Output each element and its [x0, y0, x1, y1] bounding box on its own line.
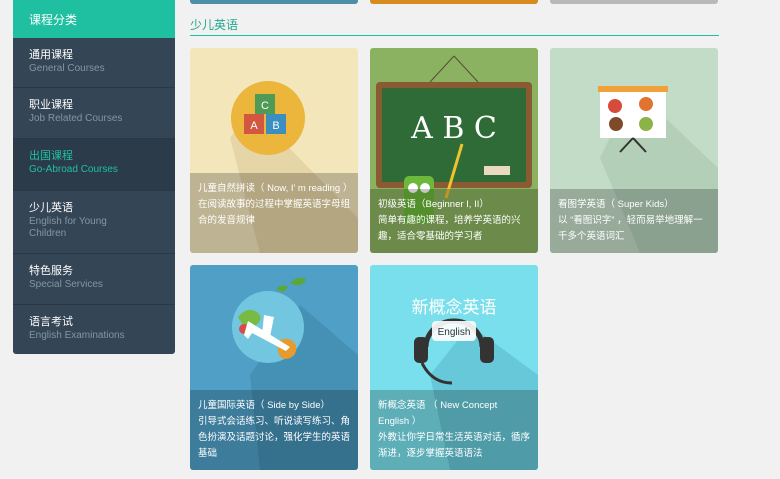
sidebar-item-sublabel: English for Young Children	[29, 216, 107, 239]
sidebar-item-label: 少儿英语	[29, 202, 73, 214]
sidebar-item-sublabel: Special Services	[29, 279, 103, 290]
previous-card-edge[interactable]	[190, 0, 358, 4]
svg-text:B: B	[272, 120, 279, 132]
svg-text:English: English	[438, 327, 471, 338]
card-caption: 新概念英语 （ New Concept English ） 外教让你学日常生活英…	[370, 390, 538, 470]
sidebar-item-sublabel: Go-Abroad Courses	[29, 164, 118, 175]
course-card-beginner[interactable]: A B C 初级英语（Beginner I, II） 简单有趣的课程，培养学英语…	[370, 48, 538, 253]
course-card-super-kids[interactable]: 看图学英语（ Super Kids） 以 “看图识字” ，轻而易举地理解一千多个…	[550, 48, 718, 253]
card-caption: 初级英语（Beginner I, II） 简单有趣的课程，培养学英语的兴趣，适合…	[370, 189, 538, 253]
card-title: 新概念英语 （ New Concept English ）	[378, 400, 498, 427]
svg-text:新概念英语: 新概念英语	[412, 297, 497, 318]
card-description: 简单有趣的课程，培养学英语的兴趣，适合零基础的学习者	[378, 215, 521, 242]
previous-card-edge[interactable]	[550, 0, 718, 4]
card-description: 引导式会话练习、听说读写练习、角色扮演及话题讨论，强化学生的英语基础	[198, 416, 351, 459]
sidebar-item-sublabel: English Examinations	[29, 330, 125, 341]
card-title: 看图学英语（ Super Kids）	[558, 199, 674, 210]
card-title: 儿童国际英语（ Side by Side）	[198, 400, 330, 411]
sidebar-item-general[interactable]: 通用课程 General Courses	[13, 38, 175, 88]
sidebar-item-label: 通用课程	[29, 49, 73, 61]
course-card-side-by-side[interactable]: 儿童国际英语（ Side by Side） 引导式会话练习、听说读写练习、角色扮…	[190, 265, 358, 470]
sidebar-item-label: 职业课程	[29, 99, 73, 111]
card-title: 儿童自然拼读（ Now, I’ m reading ）	[198, 183, 353, 194]
card-description: 在阅读故事的过程中掌握英语字母组合的发音规律	[198, 199, 351, 226]
card-description: 以 “看图识字” ，轻而易举地理解一千多个英语词汇	[558, 215, 703, 242]
sidebar-item-sublabel: General Courses	[29, 63, 105, 74]
course-card-phonics[interactable]: C A B 儿童自然拼读（ Now, I’ m reading ） 在阅读故事的…	[190, 48, 358, 253]
sidebar-item-label: 出国课程	[29, 150, 73, 162]
previous-card-edge[interactable]	[370, 0, 538, 4]
card-caption: 儿童国际英语（ Side by Side） 引导式会话练习、听说读写练习、角色扮…	[190, 390, 358, 470]
card-caption: 看图学英语（ Super Kids） 以 “看图识字” ，轻而易举地理解一千多个…	[550, 189, 718, 253]
svg-text:C: C	[261, 100, 269, 112]
sidebar-item-sublabel: Job Related Courses	[29, 113, 123, 124]
card-title: 初级英语（Beginner I, II）	[378, 199, 489, 210]
sidebar-item-young-children[interactable]: 少儿英语 English for Young Children	[13, 191, 175, 254]
category-sidebar: 课程分类 通用课程 General Courses 职业课程 Job Relat…	[13, 0, 175, 354]
sidebar-item-job[interactable]: 职业课程 Job Related Courses	[13, 88, 175, 139]
sidebar-item-special[interactable]: 特色服务 Special Services	[13, 254, 175, 305]
sidebar-item-label: 特色服务	[29, 265, 73, 277]
sidebar-item-go-abroad[interactable]: 出国课程 Go-Abroad Courses	[13, 139, 175, 191]
course-card-new-concept[interactable]: 新概念英语 English 新概念英语 （ New Concept Englis…	[370, 265, 538, 470]
section-title: 少儿英语	[190, 18, 239, 32]
sidebar-item-exams[interactable]: 语言考试 English Examinations	[13, 305, 175, 354]
svg-text:A: A	[250, 120, 258, 132]
card-description: 外教让你学日常生活英语对话，循序渐进，逐步掌握英语语法	[378, 432, 531, 459]
section-divider	[190, 35, 719, 36]
card-caption: 儿童自然拼读（ Now, I’ m reading ） 在阅读故事的过程中掌握英…	[190, 173, 358, 253]
sidebar-header: 课程分类	[13, 0, 175, 38]
sidebar-item-label: 语言考试	[29, 316, 73, 328]
svg-text:A B C: A B C	[410, 111, 497, 146]
